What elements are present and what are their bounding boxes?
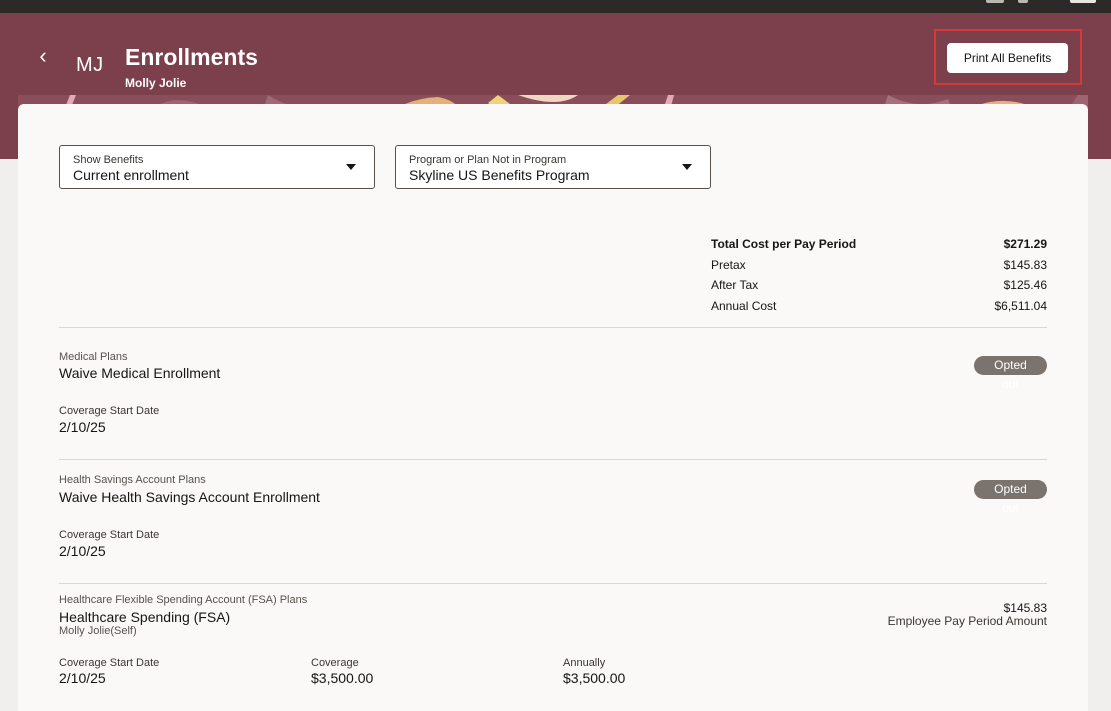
divider <box>59 327 1047 328</box>
total-cost-label: Total Cost per Pay Period <box>711 237 857 251</box>
page-title: Enrollments <box>125 44 258 70</box>
pretax-value: $145.83 <box>1003 258 1047 272</box>
plan-category: Medical Plans <box>59 351 128 363</box>
coverage-start-label: Coverage Start Date <box>59 657 160 669</box>
program-select[interactable]: Program or Plan Not in Program Skyline U… <box>395 145 711 189</box>
show-benefits-value: Current enrollment <box>73 167 189 183</box>
caret-down-icon <box>346 164 356 170</box>
back-button[interactable]: ‹ <box>32 43 54 68</box>
top-system-bar <box>0 0 1111 13</box>
plan-participant: Molly Jolie(Self) <box>59 625 137 637</box>
annual-cost-value: $6,511.04 <box>994 299 1048 313</box>
total-cost-value: $271.29 <box>1003 237 1047 251</box>
print-all-benefits-button[interactable]: Print All Benefits <box>947 43 1068 73</box>
chevron-left-icon: ‹ <box>39 43 47 68</box>
divider <box>59 459 1047 460</box>
coverage-start-value: 2/10/25 <box>59 419 106 435</box>
plan-name[interactable]: Waive Medical Enrollment <box>59 365 220 381</box>
app-bar-icon[interactable] <box>986 0 1004 3</box>
coverage-start-label: Coverage Start Date <box>59 405 160 417</box>
employee-amount-label: Employee Pay Period Amount <box>887 614 1047 628</box>
pretax-label: Pretax <box>711 258 746 272</box>
plan-category: Healthcare Flexible Spending Account (FS… <box>59 594 308 606</box>
user-initials-avatar: MJ <box>76 54 104 76</box>
program-label: Program or Plan Not in Program <box>409 154 567 166</box>
status-badge: Opted out <box>974 480 1047 515</box>
caret-down-icon <box>682 164 692 170</box>
coverage-value: $3,500.00 <box>311 670 374 686</box>
coverage-start-value: 2/10/25 <box>59 543 106 559</box>
annual-cost-label: Annual Cost <box>711 299 777 313</box>
program-value: Skyline US Benefits Program <box>409 167 590 183</box>
divider <box>59 583 1047 584</box>
coverage-start-value: 2/10/25 <box>59 670 106 686</box>
page-subtitle-person: Molly Jolie <box>125 76 187 90</box>
employee-amount-value: $145.83 <box>1003 601 1047 615</box>
status-badge: Opted out <box>974 356 1047 391</box>
plan-category: Health Savings Account Plans <box>59 474 206 486</box>
show-benefits-select[interactable]: Show Benefits Current enrollment <box>59 145 375 189</box>
coverage-label: Coverage <box>311 657 359 669</box>
coverage-start-label: Coverage Start Date <box>59 529 160 541</box>
show-benefits-label: Show Benefits <box>73 154 144 166</box>
aftertax-label: After Tax <box>711 278 759 292</box>
app-bar-icon-2[interactable] <box>1018 0 1028 3</box>
annually-value: $3,500.00 <box>563 670 626 686</box>
page-margin <box>1088 159 1111 711</box>
plan-name[interactable]: Healthcare Spending (FSA) <box>59 609 230 625</box>
annually-label: Annually <box>563 657 606 669</box>
app-bar-icon-3[interactable] <box>1070 0 1096 3</box>
aftertax-value: $125.46 <box>1003 278 1047 292</box>
plan-name[interactable]: Waive Health Savings Account Enrollment <box>59 489 320 505</box>
